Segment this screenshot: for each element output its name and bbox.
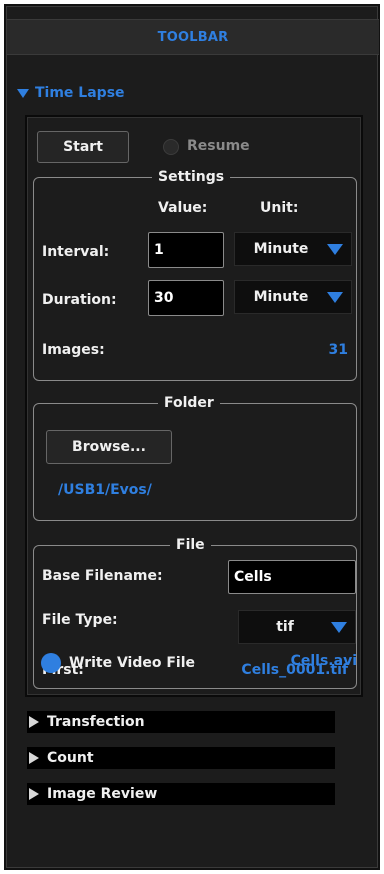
browse-button[interactable]: Browse...: [46, 430, 172, 464]
folder-group: Folder Browse... /USB1/Evos/: [33, 394, 357, 521]
chevron-down-icon: [331, 621, 347, 633]
file-type-value: tif: [276, 619, 294, 635]
duration-unit-value: Minute: [253, 289, 309, 305]
section-image-review[interactable]: Image Review: [27, 783, 335, 805]
chevron-down-icon: [327, 291, 343, 303]
time-lapse-panel: Start Resume Settings Value: Unit: Inter…: [25, 115, 363, 697]
interval-label: Interval:: [42, 244, 110, 260]
resume-radio[interactable]: [163, 139, 179, 155]
toolbar-header: TOOLBAR: [7, 19, 379, 55]
images-value: 31: [328, 342, 348, 358]
time-lapse-section-toggle[interactable]: Time Lapse: [17, 85, 125, 101]
value-header: Value:: [158, 200, 208, 216]
video-filename: Cells.avi: [290, 653, 357, 669]
base-filename-label: Base Filename:: [42, 568, 163, 584]
chevron-down-icon: [327, 243, 343, 255]
file-group-title: File: [170, 536, 211, 554]
duration-label: Duration:: [42, 292, 117, 308]
resume-label: Resume: [187, 138, 250, 154]
section-label: Count: [47, 750, 94, 766]
duration-input[interactable]: 30: [148, 280, 224, 316]
settings-group-title: Settings: [152, 168, 231, 186]
duration-unit-select[interactable]: Minute: [234, 280, 352, 314]
folder-path: /USB1/Evos/: [58, 482, 152, 498]
unit-header: Unit:: [260, 200, 299, 216]
toolbar-panel: TOOLBAR Time Lapse Start Resume Settings…: [0, 0, 384, 874]
base-filename-input[interactable]: Cells: [228, 560, 356, 594]
start-button[interactable]: Start: [37, 131, 129, 163]
toolbar-frame: TOOLBAR Time Lapse Start Resume Settings…: [6, 6, 379, 868]
file-type-label: File Type:: [42, 612, 118, 628]
section-count[interactable]: Count: [27, 747, 335, 769]
chevron-right-icon: [29, 788, 39, 800]
file-type-select[interactable]: tif: [238, 610, 356, 644]
chevron-right-icon: [29, 752, 39, 764]
write-video-label: Write Video File: [69, 655, 196, 671]
folder-group-title: Folder: [158, 394, 220, 412]
section-label: Transfection: [47, 714, 145, 730]
section-transfection[interactable]: Transfection: [27, 711, 335, 733]
write-video-radio[interactable]: [41, 653, 61, 673]
interval-unit-select[interactable]: Minute: [234, 232, 352, 266]
interval-unit-value: Minute: [253, 241, 309, 257]
images-label: Images:: [42, 342, 105, 358]
interval-input[interactable]: 1: [148, 232, 224, 268]
settings-group: Settings Value: Unit: Interval: 1 Minute…: [33, 168, 357, 381]
chevron-right-icon: [29, 716, 39, 728]
chevron-down-icon: [17, 88, 29, 98]
time-lapse-title: Time Lapse: [35, 85, 125, 101]
section-label: Image Review: [47, 786, 158, 802]
